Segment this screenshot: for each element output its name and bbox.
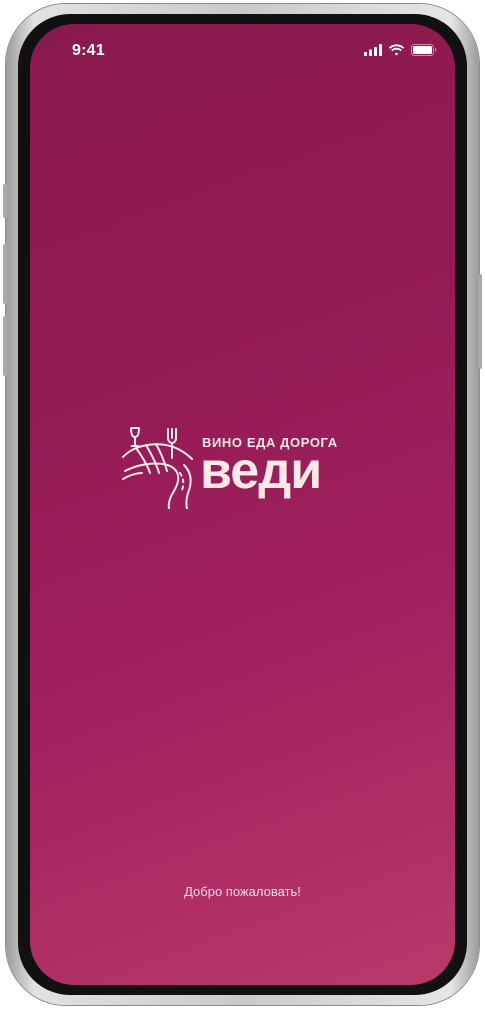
battery-icon bbox=[411, 44, 437, 56]
cellular-signal-icon bbox=[364, 44, 382, 56]
app-screen: 9:41 ВИНО ЕДА ДОРОГА веди Добро пожалова… bbox=[30, 24, 455, 985]
power-button bbox=[478, 274, 482, 369]
volume-down-button bbox=[3, 316, 7, 376]
logo-wordmark: веди bbox=[200, 442, 322, 500]
app-logo: ВИНО ЕДА ДОРОГА веди bbox=[122, 419, 362, 509]
status-time: 9:41 bbox=[72, 42, 105, 59]
welcome-text: Добро пожаловать! bbox=[184, 884, 301, 899]
status-icons bbox=[364, 44, 437, 56]
wifi-icon bbox=[388, 44, 405, 56]
side-button bbox=[3, 184, 7, 218]
volume-up-button bbox=[3, 244, 7, 304]
status-bar: 9:41 bbox=[30, 24, 455, 72]
vineyard-road-emblem-icon bbox=[122, 427, 193, 509]
